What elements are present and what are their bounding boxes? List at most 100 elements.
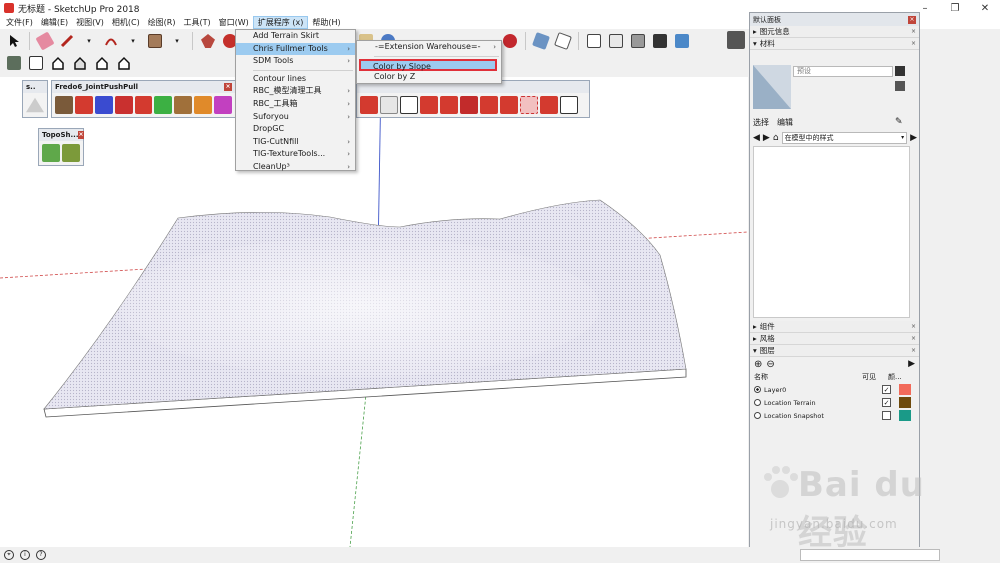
menu-file[interactable]: 文件(F) [2,16,37,29]
pushpull-magenta-icon[interactable] [214,96,233,114]
eraser-tool-button[interactable] [35,31,55,51]
menu-camera[interactable]: 相机(C) [108,16,144,29]
front-view-button[interactable] [48,53,68,73]
entity-info-section[interactable]: ▸ 图元信息 × [750,26,919,38]
remove-layer-icon[interactable]: ⊖ [766,359,774,370]
menu-item-sdm-tools[interactable]: SDM Tools › [236,55,355,68]
sample-paint-icon[interactable] [895,81,905,91]
warehouse-button[interactable] [500,31,520,51]
layer-color-swatch[interactable] [899,410,911,421]
shape-tool-dropdown[interactable]: ▾ [167,31,187,51]
iso-view-button[interactable] [4,53,24,73]
menu-tools[interactable]: 工具(T) [180,16,215,29]
face-icon[interactable] [400,96,418,114]
shaded-button[interactable] [606,31,626,51]
menu-item-rbc-cleanup[interactable]: RBC_模型清理工具 › [236,85,355,98]
material-collection-select[interactable]: 在模型中的样式 ▾ [781,131,908,144]
tool-icon[interactable] [440,96,458,114]
monochrome-button[interactable] [650,31,670,51]
close-icon[interactable]: × [911,28,916,35]
tool-icon[interactable] [360,96,378,114]
arc-tool-dropdown[interactable]: ▾ [123,31,143,51]
xray-style-button[interactable] [531,31,551,51]
home-icon[interactable]: ⌂ [773,133,779,143]
menu-window[interactable]: 窗口(W) [215,16,253,29]
add-layer-icon[interactable]: ⊕ [754,359,762,370]
close-icon[interactable]: × [908,15,916,24]
help-icon[interactable]: ? [36,550,46,560]
menu-item-suforyou[interactable]: Suforyou › [236,111,355,124]
right-view-button[interactable] [70,53,90,73]
tool-icon[interactable] [460,96,478,114]
back-view-button[interactable] [92,53,112,73]
menu-item-color-by-slope[interactable]: Color by Slope [359,58,497,72]
pushpull-red-icon[interactable] [134,96,153,114]
topo-cloud-icon[interactable] [42,144,60,162]
visible-checkbox[interactable]: ✓ [882,398,891,407]
visible-checkbox[interactable]: ✓ [882,385,891,394]
details-arrow-icon[interactable]: ▶ [908,359,915,369]
materials-section[interactable]: ▾ 材料 × [750,38,919,50]
tool-icon[interactable] [520,96,538,114]
menu-item-chris-fullmer-tools[interactable]: Chris Fullmer Tools › [236,42,355,56]
tool-icon[interactable] [560,96,578,114]
close-icon[interactable]: × [911,323,916,330]
joint-pushpull-icon[interactable] [55,96,73,114]
section-button[interactable] [672,31,692,51]
visible-checkbox[interactable] [882,411,891,420]
layers-section[interactable]: ▾ 图层 × [750,345,919,357]
menu-item-dropgc[interactable]: DropGC [236,123,355,136]
trash-icon[interactable] [380,96,398,114]
terrain-tool-icon[interactable] [26,97,44,113]
vector-pushpull-icon[interactable] [74,96,93,114]
select-tool-button[interactable] [4,31,24,51]
eyedropper-icon[interactable]: ✎ [895,117,903,127]
menu-edit[interactable]: 编辑(E) [37,16,72,29]
menu-view[interactable]: 视图(V) [72,16,108,29]
material-grid[interactable] [753,146,910,318]
active-layer-radio[interactable] [754,386,761,393]
close-icon[interactable]: × [224,83,232,91]
top-view-button[interactable] [26,53,46,73]
details-arrow-icon[interactable]: ▶ [910,133,917,143]
menu-item-tig-cutnfill[interactable]: TIG-CutNfill › [236,136,355,149]
tool-icon[interactable] [500,96,518,114]
menu-item-contour-lines[interactable]: Contour lines [236,73,355,86]
pushpull-green-icon[interactable] [154,96,173,114]
close-icon[interactable]: × [78,131,84,139]
menu-extensions[interactable]: 扩展程序 (x) [252,16,309,29]
pushpull-orange-icon[interactable] [194,96,213,114]
maximize-button[interactable]: ❐ [940,0,970,16]
material-name-field[interactable]: 预设 [793,66,893,77]
active-layer-radio[interactable] [754,412,761,419]
menu-help[interactable]: 帮助(H) [308,16,344,29]
shape-tool-button[interactable] [145,31,165,51]
arc-tool-button[interactable] [101,31,121,51]
layer-row[interactable]: Layer0 ✓ [750,383,919,396]
hidden-line-button[interactable] [584,31,604,51]
back-arrow-icon[interactable]: ◀ [753,133,760,143]
line-tool-dropdown[interactable]: ▾ [79,31,99,51]
close-icon[interactable]: × [911,335,916,342]
close-window-button[interactable]: ✕ [970,0,1000,16]
topo-contour-icon[interactable] [62,144,80,162]
components-icon[interactable] [727,31,745,49]
menu-item-extension-warehouse[interactable]: -=Extension Warehouse=- › [357,41,501,54]
tab-edit[interactable]: 编辑 [777,117,793,128]
styles-section[interactable]: ▸ 风格 × [750,333,919,345]
menu-item-rbc-toolbox[interactable]: RBC_工具箱 › [236,98,355,111]
components-section[interactable]: ▸ 组件 × [750,321,919,333]
create-material-icon[interactable] [895,66,905,76]
close-icon[interactable]: × [911,347,916,354]
menu-item-add-terrain-skirt[interactable]: Add Terrain Skirt [236,30,355,43]
layer-row[interactable]: Location Terrain ✓ [750,396,919,409]
menu-item-cleanup3[interactable]: CleanUp³ › [236,161,355,174]
textured-button[interactable] [628,31,648,51]
layer-color-swatch[interactable] [899,397,911,408]
active-layer-radio[interactable] [754,399,761,406]
normal-pushpull-icon[interactable] [94,96,113,114]
menu-item-color-by-z[interactable]: Color by Z [357,71,501,84]
wireframe-style-button[interactable] [553,31,573,51]
extrude-icon[interactable] [114,96,133,114]
menu-item-tig-texturetools[interactable]: TIG-TextureTools... › [236,148,355,161]
